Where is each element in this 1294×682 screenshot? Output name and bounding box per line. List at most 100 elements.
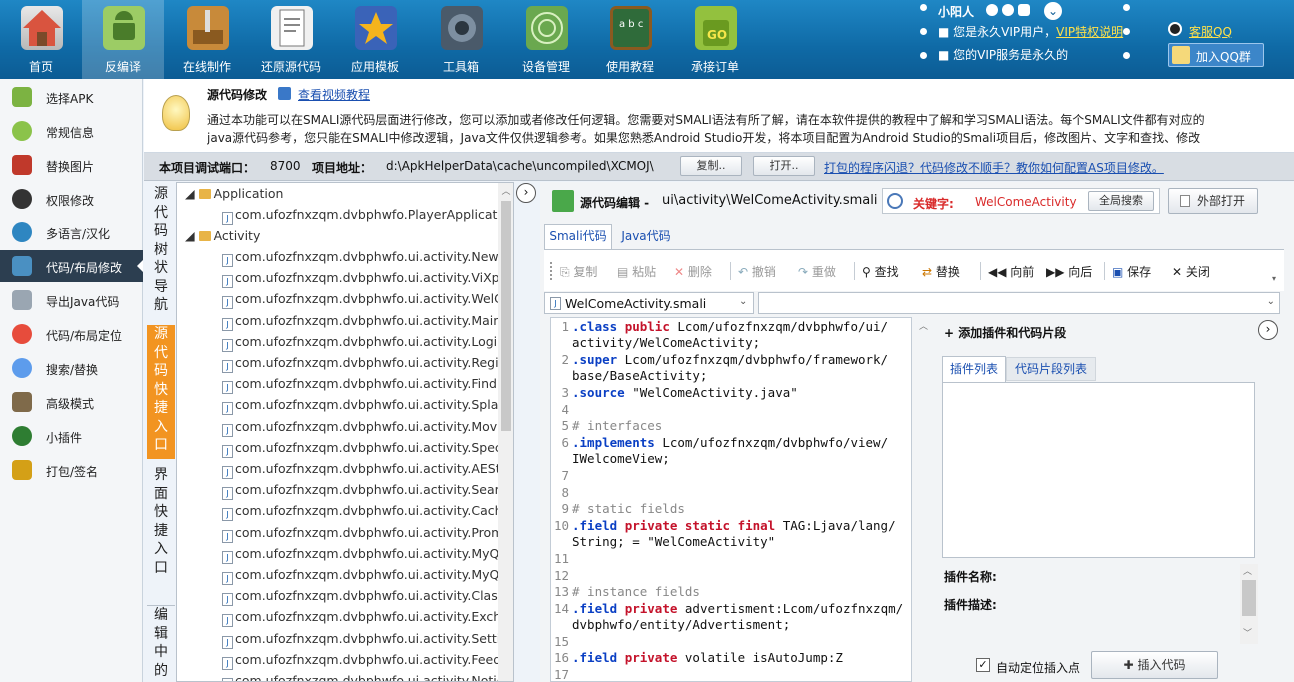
tree-item[interactable]: Jcom.ufozfnxzqm.dvbphwfo.ui.activity.ViX… bbox=[222, 267, 503, 289]
vip-privilege-link[interactable]: VIP特权说明 bbox=[1056, 25, 1123, 39]
sidebar-item-code-locate[interactable]: 代码/布局定位 bbox=[0, 318, 143, 350]
tab-java-code[interactable]: Java代码 bbox=[614, 226, 678, 249]
scroll-up-icon[interactable]: ︿ bbox=[1243, 564, 1252, 577]
tree-item[interactable]: Jcom.ufozfnxzqm.dvbphwfo.ui.activity.Log… bbox=[222, 331, 505, 352]
tree-item[interactable]: Jcom.ufozfnxzqm.dvbphwfo.ui.activity.Cac… bbox=[222, 500, 503, 522]
toolbar-item-take-orders[interactable]: GO 承接订单 bbox=[674, 0, 756, 79]
chevron-down-icon[interactable]: ⌄ bbox=[1044, 2, 1062, 20]
undo-button[interactable]: ↶ 撤销 bbox=[738, 263, 776, 280]
tree-item[interactable]: Jcom.ufozfnxzqm.dvbphwfo.ui.activity.Pro… bbox=[222, 522, 503, 543]
forward-button[interactable]: ▶▶ 向后 bbox=[1046, 263, 1092, 280]
toolbar-item-online-make[interactable]: 在线制作 bbox=[166, 0, 248, 79]
tree-item[interactable]: Jcom.ufozfnxzqm.dvbphwfo.ui.activity.AES… bbox=[222, 458, 501, 479]
sidebar-item-select-apk[interactable]: 选择APK bbox=[0, 81, 143, 113]
service-qq-link[interactable]: 客服QQ bbox=[1189, 23, 1232, 40]
tab-quick-ui[interactable]: 界面快捷入口 bbox=[147, 466, 175, 580]
tree-item[interactable]: Jcom.ufozfnxzqm.dvbphwfo.ui.activity.Spe… bbox=[222, 437, 502, 458]
join-qq-group-button[interactable]: 加入QQ群 bbox=[1168, 43, 1264, 67]
back-button[interactable]: ◀◀ 向前 bbox=[988, 263, 1034, 280]
sidebar-item-code-layout-edit[interactable]: 代码/布局修改 bbox=[0, 250, 143, 282]
tree-item[interactable]: Jcom.ufozfnxzqm.dvbphwfo.ui.activity.Reg… bbox=[222, 352, 505, 373]
global-search-button[interactable]: 全局搜索 bbox=[1088, 191, 1154, 211]
as-config-help-link[interactable]: 打包的程序闪退？代码修改不顺手？教你如何配置AS项目修改。 bbox=[824, 159, 1164, 176]
tree-item[interactable]: Jcom.ufozfnxzqm.dvbphwfo.PlayerApplicati bbox=[222, 204, 501, 225]
tree-item[interactable]: Jcom.ufozfnxzqm.dvbphwfo.ui.activity.Not… bbox=[222, 670, 504, 681]
open-folder-button[interactable]: 打开.. bbox=[753, 156, 815, 176]
toolbar-overflow-icon[interactable]: ▾ bbox=[1272, 274, 1276, 283]
tab-tree-nav[interactable]: 源代码树状导航 bbox=[147, 185, 175, 317]
sidebar-item-permissions[interactable]: 权限修改 bbox=[0, 183, 143, 215]
tree-item[interactable]: Jcom.ufozfnxzqm.dvbphwfo.ui.activity.Spl… bbox=[222, 394, 505, 416]
tree-item[interactable]: Jcom.ufozfnxzqm.dvbphwfo.ui.activity.Cla… bbox=[222, 585, 504, 607]
sidebar-item-replace-image[interactable]: 替换图片 bbox=[0, 149, 143, 181]
toolbar-item-toolbox[interactable]: 工具箱 bbox=[420, 0, 502, 79]
tree-item[interactable]: Jcom.ufozfnxzqm.dvbphwfo.ui.activity.Mai… bbox=[222, 310, 501, 331]
delete-button[interactable]: ✕ 删除 bbox=[674, 263, 712, 280]
tab-snippet-list[interactable]: 代码片段列表 bbox=[1006, 357, 1096, 381]
save-icon: ▣ bbox=[1112, 265, 1124, 279]
sidebar-item-plugins[interactable]: 小插件 bbox=[0, 420, 143, 452]
tree-group-activity[interactable]: ◢ Activity bbox=[185, 225, 260, 246]
save-button[interactable]: ▣ 保存 bbox=[1112, 263, 1151, 280]
package-icon bbox=[12, 460, 32, 480]
toolbar-item-app-template[interactable]: 应用模板 bbox=[334, 0, 416, 79]
toolbar-item-device-manage[interactable]: 设备管理 bbox=[505, 0, 587, 79]
sidebar-item-search-replace[interactable]: 搜索/替换 bbox=[0, 352, 143, 384]
toolbar-item-tutorial[interactable]: a b c 使用教程 bbox=[589, 0, 671, 79]
tree-item[interactable]: Jcom.ufozfnxzqm.dvbphwfo.ui.activity.MyQ bbox=[222, 564, 499, 585]
tree-item[interactable]: Jcom.ufozfnxzqm.dvbphwfo.ui.activity.Sea… bbox=[222, 479, 506, 501]
sidebar-item-package-sign[interactable]: 打包/签名 bbox=[0, 454, 143, 486]
tab-plugin-list[interactable]: 插件列表 bbox=[942, 356, 1006, 382]
insert-code-button[interactable]: ✚ 插入代码 bbox=[1091, 651, 1218, 679]
tree-item[interactable]: Jcom.ufozfnxzqm.dvbphwfo.ui.activity.MyQ bbox=[222, 543, 499, 564]
tree-item[interactable]: Jcom.ufozfnxzqm.dvbphwfo.ui.activity.Exc… bbox=[222, 606, 509, 628]
collapse-plugin-icon[interactable]: › bbox=[1258, 320, 1278, 340]
toolbar-item-restore-source[interactable]: 还原源代码 bbox=[250, 0, 332, 79]
toolbar-item-decompile[interactable]: 反编译 bbox=[82, 0, 164, 79]
collapse-tree-icon[interactable]: › bbox=[516, 183, 536, 203]
close-button[interactable]: ✕ 关闭 bbox=[1172, 263, 1210, 280]
plugin-info-scrollbar[interactable]: ︿ ﹀ bbox=[1240, 564, 1258, 644]
tree-scrollbar[interactable]: ︿ bbox=[498, 183, 513, 681]
scroll-up-icon[interactable]: ︿ bbox=[500, 184, 512, 197]
auto-locate-checkbox[interactable]: ✓ bbox=[976, 658, 990, 672]
tree-item[interactable]: Jcom.ufozfnxzqm.dvbphwfo.ui.activity.Fin… bbox=[222, 373, 504, 395]
scrollbar-thumb[interactable] bbox=[501, 201, 511, 431]
plugin-list-box[interactable] bbox=[942, 382, 1255, 558]
tree-group-label: Application bbox=[213, 186, 284, 201]
tree-item[interactable]: Jcom.ufozfnxzqm.dvbphwfo.ui.activity.Fee… bbox=[222, 649, 501, 670]
tree-item[interactable]: Jcom.ufozfnxzqm.dvbphwfo.ui.activity.Wel… bbox=[222, 288, 503, 310]
redo-button[interactable]: ↷ 重做 bbox=[798, 263, 836, 280]
find-button[interactable]: ⚲ 查找 bbox=[862, 263, 899, 280]
scroll-down-icon[interactable]: ﹀ bbox=[1243, 626, 1252, 639]
tab-smali-code[interactable]: Smali代码 bbox=[544, 224, 612, 249]
plugin-header[interactable]: + 添加插件和代码片段 bbox=[944, 324, 1066, 341]
paste-button[interactable]: ▤ 粘贴 bbox=[617, 263, 656, 280]
sidebar-item-general-info[interactable]: 常规信息 bbox=[0, 115, 143, 147]
code-line: String; = "WelComeActivity" bbox=[572, 534, 776, 549]
sidebar-item-export-java[interactable]: 导出Java代码 bbox=[0, 284, 143, 316]
toolbar-item-home[interactable]: 首页 bbox=[0, 0, 82, 79]
replace-button[interactable]: ⇄ 替换 bbox=[922, 263, 960, 280]
tree-item[interactable]: Jcom.ufozfnxzqm.dvbphwfo.ui.activity.Mov… bbox=[222, 416, 501, 437]
keyword-value[interactable]: WelComeActivity bbox=[975, 195, 1077, 209]
video-tutorial-link[interactable]: 查看视频教程 bbox=[298, 86, 370, 103]
tab-quick-source[interactable]: 源代码快捷入口 bbox=[147, 325, 175, 459]
tree-group-application[interactable]: ◢ Application bbox=[185, 183, 283, 204]
copy-address-button[interactable]: 复制.. bbox=[680, 156, 742, 176]
sidebar-item-advanced-mode[interactable]: 高级模式 bbox=[0, 386, 143, 418]
tree-item-label: com.ufozfnxzqm.dvbphwfo.ui.activity.Main bbox=[235, 312, 502, 328]
scrollbar-thumb[interactable] bbox=[1242, 580, 1256, 616]
smali-code-view[interactable]: 1 .class public Lcom/ufozfnxzqm/dvbphwfo… bbox=[550, 317, 912, 682]
tree-item[interactable]: Jcom.ufozfnxzqm.dvbphwfo.ui.activity.Set… bbox=[222, 628, 500, 649]
code-scrollbar[interactable]: ︿ bbox=[913, 317, 937, 682]
java-file-icon: J bbox=[222, 572, 233, 585]
source-tree[interactable]: ◢ Application Jcom.ufozfnxzqm.dvbphwfo.P… bbox=[176, 182, 514, 682]
scroll-up-icon[interactable]: ︿ bbox=[919, 319, 928, 332]
copy-button[interactable]: ⎘ 复制 bbox=[560, 263, 597, 280]
file-select[interactable]: J WelComeActivity.smali ⌄ bbox=[544, 292, 754, 314]
tab-editing[interactable]: 编辑中的 bbox=[147, 605, 175, 682]
sidebar-item-multilanguage[interactable]: 多语言/汉化 bbox=[0, 216, 143, 248]
tree-item[interactable]: Jcom.ufozfnxzqm.dvbphwfo.ui.activity.New… bbox=[222, 246, 502, 267]
member-select[interactable]: ⌄ bbox=[758, 292, 1280, 314]
